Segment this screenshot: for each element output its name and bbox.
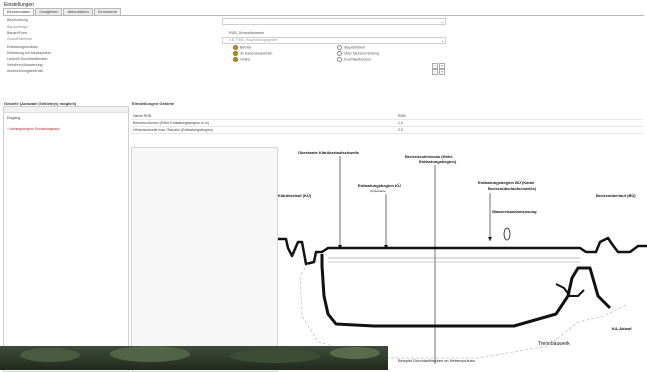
tree-item[interactable]: Eingang [7,116,20,120]
form-row: Bezeichnung ⌄ [7,18,447,25]
tab-ablaufdaten[interactable]: Ablaufdaten [63,8,93,15]
form-label: Aufzeichnungsintervall [7,69,43,73]
schematic-diagram: Oberkante Klärüberlaufschwelle Entlastun… [278,146,647,370]
zulauf-select[interactable]: z.B. RÜB_Haupteinzugsgebiet ⌄ [222,37,446,44]
form-label: Bezeichnung [7,18,28,22]
radio-dauerstau[interactable]: im Dauerstaubetrieb [233,51,272,56]
area-settings-panel: Name RÜB RÜB Beckenvolumen (Höhe Entlast… [131,106,645,146]
tree-item[interactable]: + Anfangsbeginn Entlastungslauf [7,127,59,131]
form-label: Entlastungsfunktion [7,45,39,49]
form-value: RÜB_Drosselbauwerk [229,31,265,35]
label-entlastung-bu2: Beckenüberlaufschwelle) [488,186,537,191]
settings-form: Bezeichnung ⌄ Bauwerkstyp Bauart/Form RÜ… [7,16,447,106]
settings-row: Beckenvolumen (Höhe Entlastungsbeginn in… [131,120,643,127]
form-label: Bauwerkstyp [7,25,28,29]
label-entlastung-bu: Entlastungsbeginn BÜ (Kante [478,180,535,185]
soil-hatch [299,263,629,359]
name-field[interactable]: ⌄ [222,18,446,25]
landscape-photo [0,346,388,370]
basin-rim [278,236,647,266]
label-entlastung-ku: Entlastungsbeginn KÜ [358,183,401,188]
label-beckensohle2: Entlastungsbeginn) [419,159,457,164]
settings-row: Höhenschwelle max. Stauziel (Entlastungs… [131,127,643,134]
zulauf-value: z.B. RÜB_Haupteinzugsgebiet [229,38,278,42]
radio-betrieb[interactable]: Betrieb [233,45,251,50]
form-row: Aufzeichnungsintervall ›» [7,69,447,75]
stepper[interactable]: ›» [431,69,445,75]
settings-value[interactable]: RÜB [398,114,406,118]
tab-ganglinien[interactable]: Ganglinien [35,8,63,15]
label-trennbauwerk: Trennbauwerk [538,341,570,347]
label-wasserstand: Wasserstandsmessung [492,209,537,214]
radio-durchlaufbecken[interactable]: Durchlaufbecken [337,57,371,62]
settings-label: Höhenschwelle max. Stauziel (Entlastungs… [133,128,213,132]
settings-label: Beckenvolumen (Höhe Entlastungsbeginn in… [133,121,209,125]
label-entlastung-ku-sub: (Unterkante [370,189,386,193]
radio-online[interactable]: Online [233,57,250,62]
settings-row: Name RÜB RÜB [131,113,643,120]
form-label: Zulauf/Sammler [7,37,33,41]
schematic-svg: Oberkante Klärüberlaufschwelle Entlastun… [278,150,647,364]
label-oberkante: Oberkante Klärüberlaufschwelle [298,150,360,155]
settings-value[interactable]: 1,0 [398,121,403,125]
tab-kennwerte[interactable]: Kennwerte [93,8,121,15]
form-label: Bauart/Form [7,31,27,35]
label-beckenueberlauf: Beckenüberlauf (BÜ) [596,193,636,198]
chevron-down-icon[interactable]: ⌄ [440,38,445,43]
label-ka-ablauf: KA-Ablauf [612,326,632,331]
tab-beckendaten[interactable]: Beckendaten [3,8,35,15]
settings-label: Name RÜB [133,114,152,118]
chevron-down-icon[interactable]: ⌄ [440,19,445,24]
label-klaerueberlauf: Klärüberlauf (KÜ) [278,193,312,198]
sensor-icon [503,227,511,241]
area-tree-panel: Eingang + Anfangsbeginn Entlastungslauf [3,106,129,372]
preview-panel [131,147,278,372]
form-label: Laufzeit Durchlaufbecken [7,57,48,61]
tab-bar: Beckendaten Ganglinien Ablaufdaten Kennw… [3,8,122,15]
radio-messvorrichtung[interactable]: Über Messvorrichtung [337,51,379,56]
radio-stapelbetrieb[interactable]: Stapelbetrieb [337,45,365,50]
settings-value[interactable]: 2,0 [398,128,403,132]
form-label: Verfahren/Auswertung [7,63,43,67]
basin-floor [320,254,612,328]
form-row: Zulauf/Sammler z.B. RÜB_Haupteinzugsgebi… [7,37,447,44]
diagram-caption: Beispiel Durchlaufbecken im Nebenschluss [398,358,475,363]
form-label: Entlastung mit Messsystem [7,51,51,55]
tree-header [4,107,128,113]
